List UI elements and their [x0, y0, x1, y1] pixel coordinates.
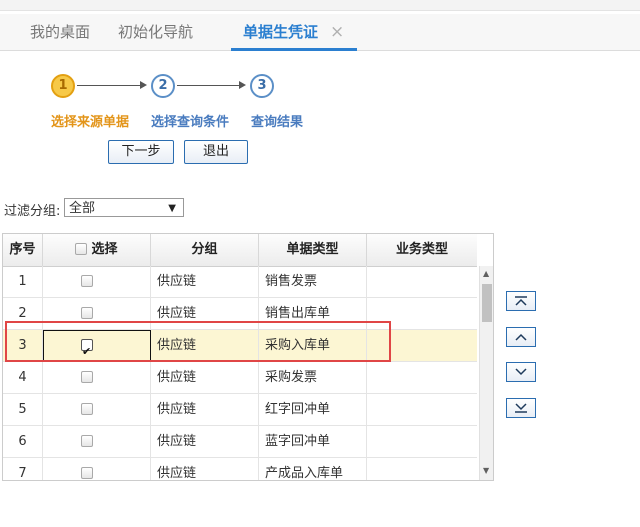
scroll-up-arrow-icon[interactable]: ▲	[483, 269, 489, 278]
cell-biz-type	[367, 458, 477, 480]
col-header-doc-type[interactable]: 单据类型	[259, 234, 367, 266]
cell-select	[43, 458, 151, 480]
table-row[interactable]: 6 供应链 蓝字回冲单	[3, 426, 477, 458]
col-header-select[interactable]: 选择	[43, 234, 151, 266]
arrow-right-icon	[140, 81, 147, 89]
step-1-circle: 1	[51, 74, 75, 98]
select-all-checkbox[interactable]	[75, 243, 88, 255]
filter-group-select[interactable]: 全部 ▼	[64, 198, 184, 217]
cell-select	[43, 266, 151, 297]
step-2-label: 选择查询条件	[151, 115, 230, 130]
col-header-biz-type[interactable]: 业务类型	[367, 234, 477, 266]
cell-doc-type: 销售出库单	[259, 298, 367, 329]
caret-down-icon: ▼	[168, 203, 176, 214]
close-icon[interactable]: ×	[330, 22, 344, 42]
cell-biz-type	[367, 362, 477, 393]
cell-biz-type	[367, 394, 477, 425]
cell-doc-type: 销售发票	[259, 266, 367, 297]
cell-group: 供应链	[151, 362, 259, 393]
grid-vertical-scrollbar[interactable]: ▲ ▼	[479, 266, 493, 480]
step-connector-2	[177, 85, 240, 86]
step-1-label: 选择来源单据	[51, 115, 130, 130]
exit-button[interactable]: 退出	[184, 140, 248, 164]
tab-my-desktop[interactable]: 我的桌面	[30, 14, 90, 50]
cell-group: 供应链	[151, 298, 259, 329]
table-row[interactable]: 1 供应链 销售发票	[3, 266, 477, 298]
active-tab-indicator	[231, 48, 357, 51]
tab-init-nav[interactable]: 初始化导航	[118, 14, 193, 50]
filter-group-label: 过滤分组:	[4, 204, 61, 219]
table-row[interactable]: 5 供应链 红字回冲单	[3, 394, 477, 426]
window-top-strip	[0, 0, 640, 11]
scrollbar-thumb[interactable]	[482, 284, 492, 322]
col-header-select-label: 选择	[91, 242, 118, 257]
step-2-circle: 2	[151, 74, 175, 98]
cell-doc-type: 红字回冲单	[259, 394, 367, 425]
move-top-button[interactable]	[506, 291, 536, 311]
cell-group: 供应链	[151, 266, 259, 297]
cell-doc-type: 蓝字回冲单	[259, 426, 367, 457]
row-checkbox[interactable]	[81, 467, 93, 479]
table-row[interactable]: 4 供应链 采购发票	[3, 362, 477, 394]
scroll-down-arrow-icon[interactable]: ▼	[483, 466, 489, 475]
cell-seq: 7	[3, 458, 43, 480]
cell-seq: 6	[3, 426, 43, 457]
cell-select	[43, 330, 151, 361]
row-checkbox[interactable]	[81, 371, 93, 383]
cell-seq: 5	[3, 394, 43, 425]
step-3-circle: 3	[250, 74, 274, 98]
cell-group: 供应链	[151, 394, 259, 425]
cell-group: 供应链	[151, 458, 259, 480]
row-checkbox[interactable]	[81, 307, 93, 319]
cell-group: 供应链	[151, 426, 259, 457]
cell-seq: 4	[3, 362, 43, 393]
cell-biz-type	[367, 298, 477, 329]
cell-select	[43, 394, 151, 425]
col-header-seq[interactable]: 序号	[3, 234, 43, 266]
col-header-group[interactable]: 分组	[151, 234, 259, 266]
next-step-button[interactable]: 下一步	[108, 140, 174, 164]
filter-group-value: 全部	[69, 201, 96, 216]
move-top-icon	[515, 296, 527, 306]
cell-doc-type: 采购发票	[259, 362, 367, 393]
grid-header: 序号 选择 分组 单据类型 业务类型	[3, 234, 477, 267]
arrow-right-icon	[239, 81, 246, 89]
row-checkbox[interactable]	[81, 275, 93, 287]
cell-biz-type	[367, 426, 477, 457]
row-checkbox[interactable]	[81, 435, 93, 447]
cell-select	[43, 362, 151, 393]
step-connector-1	[77, 85, 141, 86]
tab-doc-voucher[interactable]: 单据生凭证 ×	[243, 14, 344, 50]
doc-type-grid: 序号 选择 分组 单据类型 业务类型 1 供应链 销售发票 2 供应链 销售出库…	[2, 233, 494, 481]
move-down-icon	[515, 368, 527, 376]
row-checkbox[interactable]	[81, 403, 93, 415]
table-row[interactable]: 7 供应链 产成品入库单	[3, 458, 477, 480]
tab-bar: 我的桌面 初始化导航 单据生凭证 ×	[0, 14, 640, 51]
move-down-button[interactable]	[506, 362, 536, 382]
cell-biz-type	[367, 330, 477, 361]
move-bottom-icon	[515, 403, 527, 413]
move-up-button[interactable]	[506, 327, 536, 347]
cell-biz-type	[367, 266, 477, 297]
cell-doc-type: 采购入库单	[259, 330, 367, 361]
cell-group: 供应链	[151, 330, 259, 361]
move-up-icon	[515, 333, 527, 341]
row-checkbox-checked[interactable]	[81, 336, 93, 361]
table-row-selected[interactable]: 3 供应链 采购入库单	[3, 330, 477, 362]
move-bottom-button[interactable]	[506, 398, 536, 418]
step-3-label: 查询结果	[251, 115, 304, 130]
cell-seq: 3	[3, 330, 43, 361]
cell-doc-type: 产成品入库单	[259, 458, 367, 480]
cell-seq: 2	[3, 298, 43, 329]
tab-doc-voucher-label: 单据生凭证	[243, 23, 319, 41]
cell-seq: 1	[3, 266, 43, 297]
cell-select	[43, 298, 151, 329]
table-row[interactable]: 2 供应链 销售出库单	[3, 298, 477, 330]
cell-select	[43, 426, 151, 457]
